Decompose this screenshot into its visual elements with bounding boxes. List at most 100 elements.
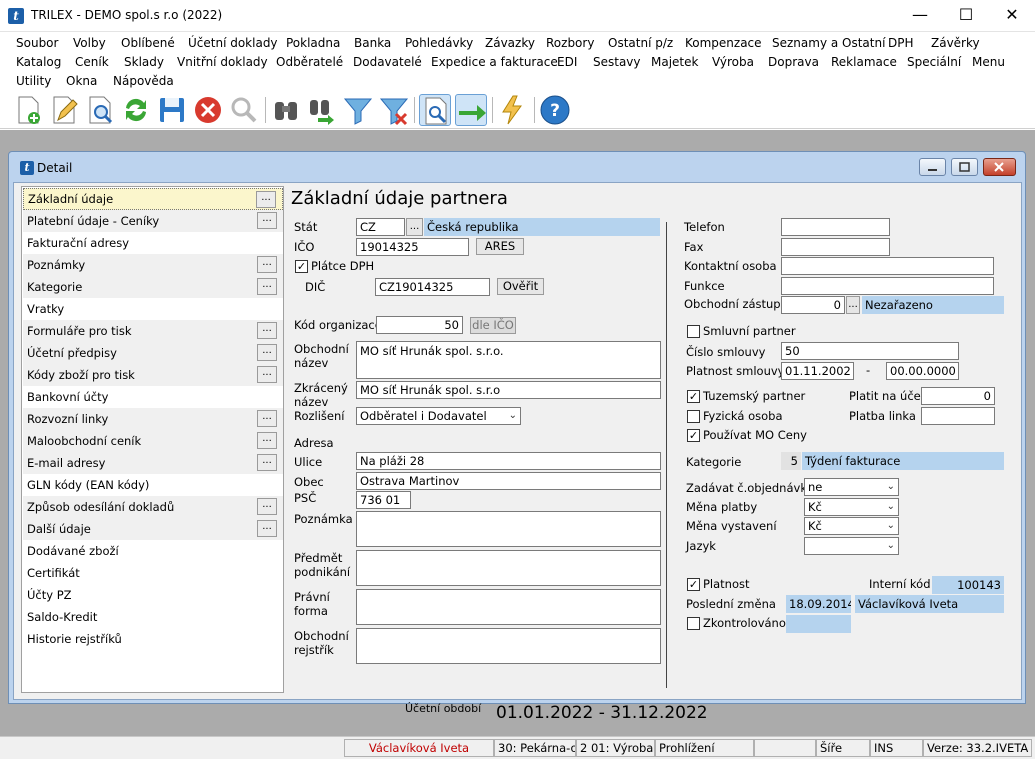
menu-item[interactable]: Oblíbené <box>121 36 175 50</box>
nav-item[interactable]: Další údaje... <box>23 518 283 540</box>
fax-input[interactable] <box>781 238 890 256</box>
platnost-do-input[interactable]: 00.00.0000 <box>886 362 959 380</box>
help-icon[interactable]: ? <box>539 94 571 126</box>
menu-item[interactable]: Pokladna <box>286 36 340 50</box>
document-search-icon[interactable] <box>419 94 451 126</box>
poznamka-input[interactable] <box>356 511 661 547</box>
obchodni-zastupce-input[interactable]: 0 <box>781 296 845 314</box>
smluvni-partner-checkbox[interactable] <box>687 325 700 338</box>
fyzicka-osoba-checkbox[interactable] <box>687 410 700 423</box>
nav-item[interactable]: Platební údaje - Ceníky... <box>23 210 283 232</box>
delete-icon[interactable] <box>192 94 224 126</box>
menu-item[interactable]: Vnitřní doklady <box>177 55 268 69</box>
nav-item[interactable]: Vratky <box>23 298 283 320</box>
menu-item[interactable]: Sestavy <box>593 55 641 69</box>
telefon-input[interactable] <box>781 218 890 236</box>
nav-item[interactable]: Formuláře pro tisk... <box>23 320 283 342</box>
menu-item[interactable]: Katalog <box>16 55 61 69</box>
mena-platby-select[interactable]: Kč ⌄ <box>804 498 899 516</box>
nav-item[interactable]: Poznámky... <box>23 254 283 276</box>
menu-item[interactable]: EDI <box>557 55 577 69</box>
nav-item-more-button[interactable]: ... <box>257 366 277 383</box>
nav-item[interactable]: GLN kódy (EAN kódy) <box>23 474 283 496</box>
jazyk-select[interactable]: ⌄ <box>804 537 899 555</box>
obchodni-zastupce-lookup-button[interactable]: ... <box>846 296 860 314</box>
funkce-input[interactable] <box>781 277 994 295</box>
psc-input[interactable]: 736 01 <box>356 491 411 509</box>
nav-item[interactable]: Dodávané zboží <box>23 540 283 562</box>
menu-item[interactable]: Kompenzace <box>685 36 762 50</box>
nav-item-more-button[interactable]: ... <box>257 498 277 515</box>
find-next-icon[interactable] <box>306 94 338 126</box>
menu-item[interactable]: Účetní doklady <box>188 36 278 50</box>
menu-item[interactable]: Odběratelé <box>276 55 343 69</box>
zkontrolovano-checkbox[interactable] <box>687 617 700 630</box>
menu-item[interactable]: Banka <box>354 36 391 50</box>
remove-filter-icon[interactable] <box>378 94 410 126</box>
menu-item[interactable]: Okna <box>66 74 97 88</box>
kod-organizace-input[interactable]: 50 <box>376 316 463 334</box>
nav-item[interactable]: Kategorie... <box>23 276 283 298</box>
save-icon[interactable] <box>156 94 188 126</box>
detail-restore-button[interactable] <box>951 158 978 176</box>
menu-item[interactable]: Seznamy a Ostatní <box>772 36 885 50</box>
menu-item[interactable]: DPH <box>888 36 914 50</box>
platnost-od-input[interactable]: 01.11.2002 <box>781 362 854 380</box>
preview-icon[interactable] <box>84 94 116 126</box>
nav-item-more-button[interactable]: ... <box>257 322 277 339</box>
find-icon[interactable] <box>270 94 302 126</box>
lightning-icon[interactable] <box>497 94 529 126</box>
nav-item-more-button[interactable]: ... <box>256 191 276 208</box>
menu-item[interactable]: Ostatní p/z <box>608 36 673 50</box>
menu-item[interactable]: Menu <box>972 55 1005 69</box>
detail-minimize-button[interactable] <box>919 158 946 176</box>
nav-item-more-button[interactable]: ... <box>257 520 277 537</box>
mena-vystaveni-select[interactable]: Kč ⌄ <box>804 517 899 535</box>
nav-item[interactable]: Saldo-Kredit <box>23 606 283 628</box>
nav-item[interactable]: E-mail adresy... <box>23 452 283 474</box>
kontaktni-osoba-input[interactable] <box>781 257 994 275</box>
stat-input[interactable]: CZ <box>356 218 405 236</box>
close-button[interactable]: ✕ <box>989 0 1035 32</box>
nav-item[interactable]: Historie rejstříků <box>23 628 283 650</box>
nav-item[interactable]: Kódy zboží pro tisk... <box>23 364 283 386</box>
platnost-checkbox[interactable]: ✓ <box>687 578 700 591</box>
nav-item-more-button[interactable]: ... <box>257 432 277 449</box>
ulice-input[interactable]: Na pláži 28 <box>356 452 661 470</box>
maximize-button[interactable]: ☐ <box>943 0 989 32</box>
zadavat-objednavky-select[interactable]: ne ⌄ <box>804 478 899 496</box>
menu-item[interactable]: Závazky <box>485 36 535 50</box>
menu-item[interactable]: Dodavatelé <box>353 55 422 69</box>
ares-button[interactable]: ARES <box>476 238 524 255</box>
obchodni-nazev-input[interactable]: MO síť Hrunák spol. s.r.o. <box>356 341 661 379</box>
nav-item[interactable]: Fakturační adresy <box>23 232 283 254</box>
menu-item[interactable]: Volby <box>73 36 106 50</box>
detail-close-button[interactable] <box>983 158 1016 176</box>
pravni-forma-input[interactable] <box>356 589 661 625</box>
menu-item[interactable]: Nápověda <box>113 74 174 88</box>
platce-dph-checkbox[interactable]: ✓ <box>295 260 308 273</box>
green-arrow-icon[interactable] <box>455 94 487 126</box>
menu-item[interactable]: Sklady <box>124 55 164 69</box>
menu-item[interactable]: Majetek <box>651 55 698 69</box>
filter-icon[interactable] <box>342 94 374 126</box>
menu-item[interactable]: Reklamace <box>831 55 897 69</box>
platba-linka-input[interactable] <box>921 407 995 425</box>
nav-item[interactable]: Účetní předpisy... <box>23 342 283 364</box>
nav-item-more-button[interactable]: ... <box>257 454 277 471</box>
zkraceny-nazev-input[interactable]: MO síť Hrunák spol. s.r.o <box>356 381 661 399</box>
obec-input[interactable]: Ostrava Martinov <box>356 472 661 490</box>
menu-item[interactable]: Ceník <box>75 55 109 69</box>
cislo-smlouvy-input[interactable]: 50 <box>781 342 959 360</box>
menu-item[interactable]: Rozbory <box>546 36 594 50</box>
mo-ceny-checkbox[interactable]: ✓ <box>687 429 700 442</box>
menu-item[interactable]: Soubor <box>16 36 58 50</box>
nav-item-more-button[interactable]: ... <box>257 278 277 295</box>
nav-item[interactable]: Základní údaje... <box>23 188 283 210</box>
platit-na-ucet-input[interactable]: 0 <box>921 387 995 405</box>
overit-button[interactable]: Ověřit <box>497 278 544 295</box>
nav-item[interactable]: Bankovní účty <box>23 386 283 408</box>
predmet-podnikani-input[interactable] <box>356 550 661 586</box>
edit-icon[interactable] <box>48 94 80 126</box>
nav-item[interactable]: Způsob odesílání dokladů... <box>23 496 283 518</box>
